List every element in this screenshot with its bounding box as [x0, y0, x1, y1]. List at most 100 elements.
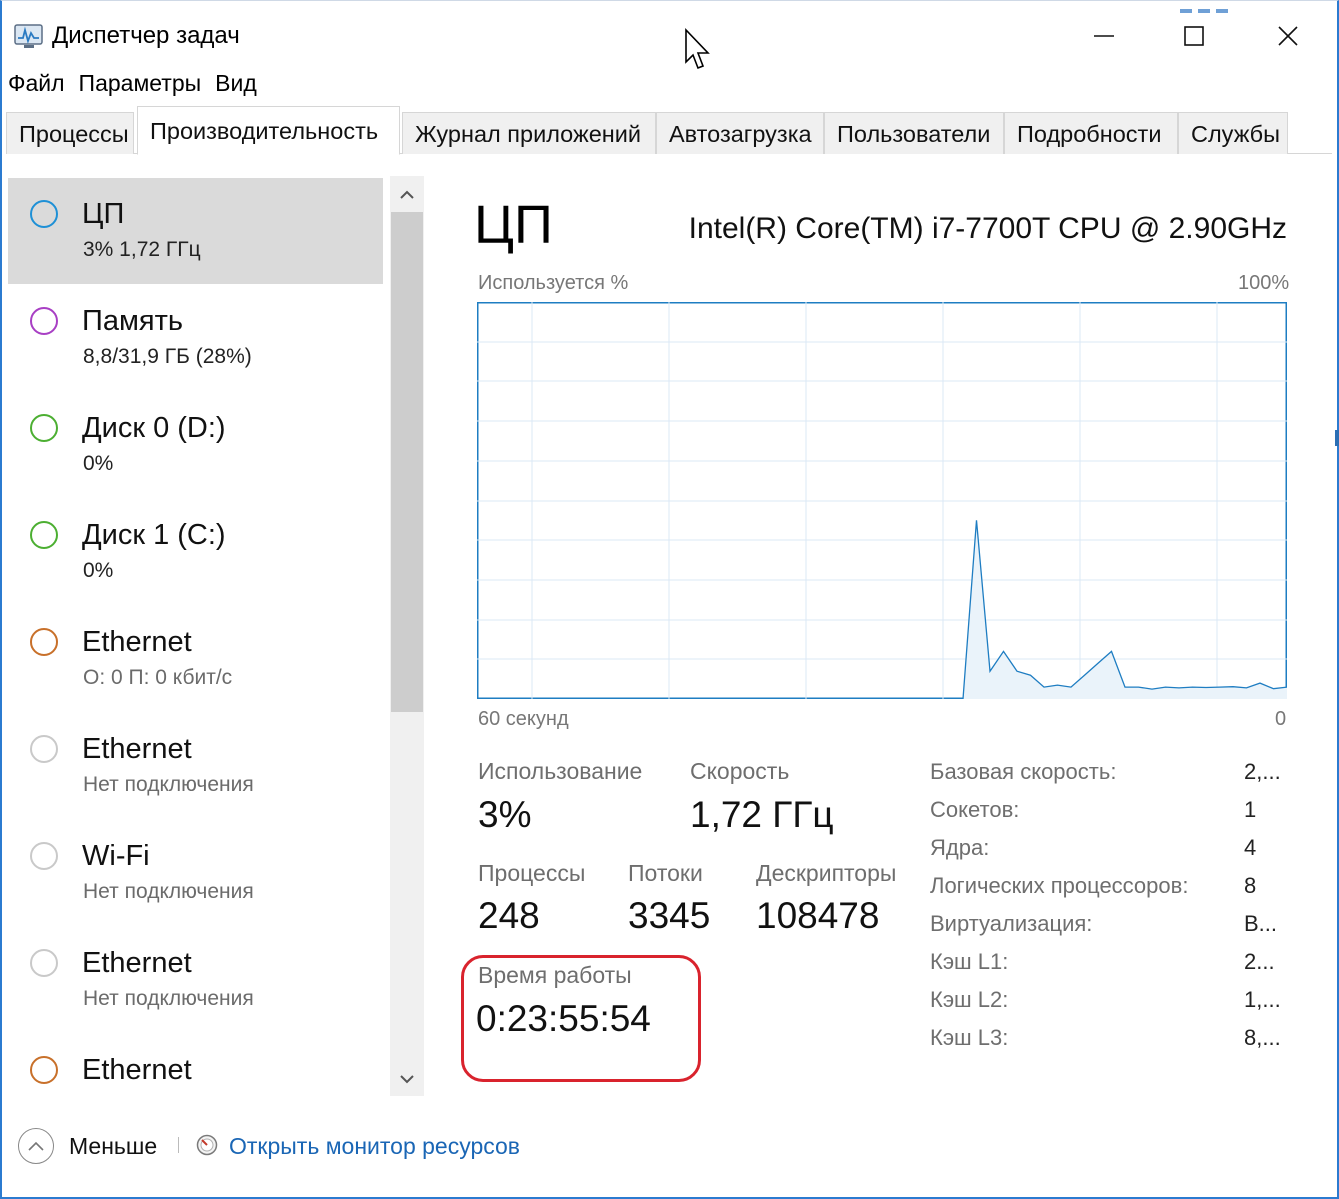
resource-item-ethernet-3[interactable]: Ethernet Нет подключения — [8, 927, 383, 1033]
chevron-up-icon — [400, 190, 414, 199]
resource-name: Память — [82, 305, 184, 337]
graph-time-axis-end: 0 — [1275, 708, 1287, 730]
cpu-heading: ЦП — [474, 195, 553, 255]
menu-bar: Файл Параметры Вид — [8, 70, 257, 102]
spec-value: 2,... — [1244, 759, 1281, 784]
wifi-indicator-icon — [30, 842, 58, 870]
memory-indicator-icon — [30, 307, 58, 335]
tab-services[interactable]: Службы — [1178, 112, 1288, 154]
processes-label: Процессы — [478, 860, 586, 886]
spec-label: Ядра: — [930, 835, 990, 860]
tab-startup[interactable]: Автозагрузка — [656, 112, 824, 154]
handles-label: Дескрипторы — [756, 860, 897, 886]
resource-subtitle: Нет подключения — [83, 773, 254, 796]
tab-details[interactable]: Подробности — [1004, 112, 1178, 154]
minimize-icon — [1094, 35, 1114, 37]
menu-options[interactable]: Параметры — [79, 70, 202, 102]
spec-label: Виртуализация: — [930, 911, 1093, 936]
resource-name: Ethernet — [82, 733, 192, 765]
graph-usage-label: Используется % — [478, 272, 629, 294]
close-icon — [1278, 26, 1298, 46]
resource-item-disk-1[interactable]: Диск 1 (C:) 0% — [8, 499, 383, 605]
handles-value: 108478 — [756, 895, 880, 936]
cpu-indicator-icon — [30, 200, 58, 228]
resource-name: Диск 0 (D:) — [82, 412, 226, 444]
background-window-edge-right — [1335, 430, 1339, 446]
maximize-icon — [1184, 26, 1204, 46]
resource-name: Диск 1 (C:) — [82, 519, 226, 551]
spec-label: Сокетов: — [930, 797, 1020, 822]
task-manager-app-icon — [14, 24, 43, 48]
mouse-cursor-icon — [685, 28, 710, 70]
resource-item-memory[interactable]: Память 8,8/31,9 ГБ (28%) — [8, 285, 383, 391]
resource-name: Ethernet — [82, 1054, 192, 1086]
disk-indicator-icon — [30, 414, 58, 442]
scroll-thumb[interactable] — [391, 212, 423, 712]
resource-item-disk-0[interactable]: Диск 0 (D:) 0% — [8, 392, 383, 498]
ethernet-indicator-icon — [30, 628, 58, 656]
resource-item-ethernet-4[interactable]: Ethernet — [8, 1034, 383, 1096]
resource-subtitle: Нет подключения — [83, 987, 254, 1010]
footer-divider — [178, 1137, 179, 1153]
ethernet-indicator-icon — [30, 1056, 58, 1084]
maximize-button[interactable] — [1172, 16, 1216, 56]
resource-subtitle: 0% — [83, 559, 114, 582]
resource-name: Ethernet — [82, 626, 192, 658]
spec-value: В... — [1244, 911, 1278, 936]
chevron-down-icon — [400, 1075, 414, 1084]
threads-label: Потоки — [628, 860, 703, 886]
spec-value: 4 — [1244, 835, 1257, 860]
scroll-up-button[interactable] — [390, 178, 424, 212]
resource-subtitle: О: 0 П: 0 кбит/с — [83, 666, 233, 689]
chevron-up-icon — [28, 1141, 44, 1151]
resource-item-ethernet-1[interactable]: Ethernet О: 0 П: 0 кбит/с — [8, 606, 383, 712]
ethernet-indicator-icon — [30, 735, 58, 763]
speed-value: 1,72 ГГц — [690, 794, 834, 835]
title-bar[interactable]: Диспетчер задач — [0, 0, 1335, 70]
fewer-details-button[interactable] — [18, 1128, 54, 1164]
resource-list-scrollbar[interactable] — [390, 176, 424, 1096]
resource-subtitle: 8,8/31,9 ГБ (28%) — [83, 345, 252, 368]
tab-performance[interactable]: Производительность — [137, 106, 400, 155]
spec-label: Кэш L1: — [930, 949, 1009, 974]
menu-file[interactable]: Файл — [8, 70, 65, 102]
resource-name: Wi-Fi — [82, 840, 150, 872]
graph-time-axis-label: 60 секунд — [478, 708, 569, 730]
graph-max-label: 100% — [1238, 272, 1290, 294]
disk-indicator-icon — [30, 521, 58, 549]
tab-strip: Процессы Производительность Журнал прило… — [6, 104, 1332, 155]
usage-label: Использование — [478, 758, 643, 784]
resource-item-cpu[interactable]: ЦП 3% 1,72 ГГц — [8, 178, 383, 284]
close-button[interactable] — [1266, 16, 1310, 56]
resource-monitor-icon — [196, 1134, 218, 1156]
cpu-usage-graph — [477, 302, 1287, 699]
spec-value: 8,... — [1244, 1025, 1281, 1050]
resource-list: ЦП 3% 1,72 ГГц Память 8,8/31,9 ГБ (28%) … — [8, 176, 386, 1096]
scroll-down-button[interactable] — [390, 1062, 424, 1096]
fewer-details-label[interactable]: Меньше — [69, 1133, 157, 1160]
ethernet-indicator-icon — [30, 949, 58, 977]
tab-app-history[interactable]: Журнал приложений — [402, 112, 656, 154]
spec-value: 1 — [1244, 797, 1257, 822]
uptime-value: 0:23:55:54 — [476, 998, 651, 1039]
spec-value: 2... — [1244, 949, 1275, 974]
tab-users[interactable]: Пользователи — [824, 112, 1004, 154]
speed-label: Скорость — [690, 758, 790, 784]
tab-processes[interactable]: Процессы — [6, 112, 134, 154]
resource-item-wifi[interactable]: Wi-Fi Нет подключения — [8, 820, 383, 926]
spec-value: 1,... — [1244, 987, 1281, 1012]
resource-subtitle: 0% — [83, 452, 114, 475]
spec-value: 8 — [1244, 873, 1257, 898]
resource-subtitle: 3% 1,72 ГГц — [83, 238, 201, 261]
minimize-button[interactable] — [1082, 16, 1126, 56]
resource-item-ethernet-2[interactable]: Ethernet Нет подключения — [8, 713, 383, 819]
resource-name: ЦП — [82, 198, 125, 230]
cpu-model-name: Intel(R) Core(TM) i7-7700T CPU @ 2.90GHz — [688, 212, 1287, 245]
spec-label: Логических процессоров: — [930, 873, 1189, 898]
threads-value: 3345 — [628, 895, 711, 936]
open-resource-monitor-link[interactable]: Открыть монитор ресурсов — [229, 1133, 520, 1160]
menu-view[interactable]: Вид — [215, 70, 257, 102]
resource-name: Ethernet — [82, 947, 192, 979]
usage-value: 3% — [478, 794, 532, 835]
spec-label: Кэш L3: — [930, 1025, 1009, 1050]
